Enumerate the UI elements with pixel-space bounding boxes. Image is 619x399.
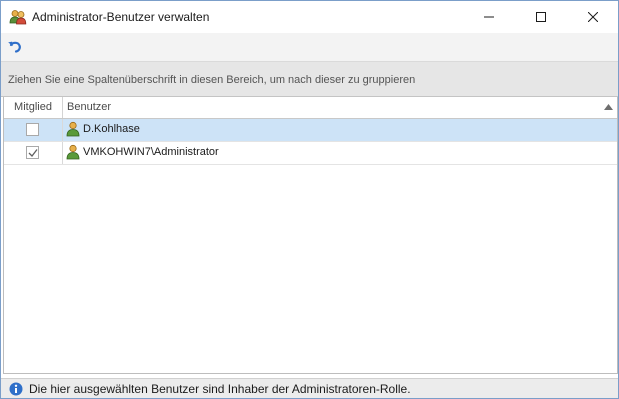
member-cell	[4, 119, 63, 141]
users-grid: Mitglied Benutzer D.Kohlhase VMKOHWIN7\A…	[3, 97, 618, 374]
user-icon	[66, 121, 80, 137]
status-bar: Die hier ausgewählten Benutzer sind Inha…	[1, 378, 618, 398]
group-by-panel[interactable]: Ziehen Sie eine Spaltenüberschrift in di…	[1, 62, 618, 97]
toolbar	[1, 33, 618, 62]
info-icon	[9, 382, 23, 396]
column-header-member[interactable]: Mitglied	[4, 97, 63, 118]
member-checkbox[interactable]	[26, 123, 39, 136]
users-icon	[9, 9, 27, 25]
grid-header: Mitglied Benutzer	[4, 97, 617, 119]
sort-ascending-icon	[604, 104, 613, 110]
minimize-button[interactable]	[466, 1, 512, 33]
user-name: D.Kohlhase	[83, 123, 140, 135]
user-name: VMKOHWIN7\Administrator	[83, 146, 219, 158]
minimize-icon	[484, 16, 494, 18]
column-header-user[interactable]: Benutzer	[63, 97, 617, 118]
user-icon	[66, 144, 80, 160]
user-cell[interactable]: D.Kohlhase	[63, 119, 613, 141]
checkmark-icon	[28, 149, 38, 157]
member-checkbox[interactable]	[26, 146, 39, 159]
maximize-button[interactable]	[518, 1, 564, 33]
table-row[interactable]: VMKOHWIN7\Administrator	[4, 142, 617, 165]
undo-button[interactable]	[7, 39, 23, 55]
close-button[interactable]	[570, 1, 616, 33]
user-cell[interactable]: VMKOHWIN7\Administrator	[63, 142, 613, 164]
window-title: Administrator-Benutzer verwalten	[32, 10, 210, 24]
member-cell	[4, 142, 63, 164]
close-icon	[588, 12, 598, 22]
dialog-window: Administrator-Benutzer verwalten Ziehen …	[0, 0, 619, 399]
column-header-user-label: Benutzer	[67, 101, 112, 113]
group-by-hint: Ziehen Sie eine Spaltenüberschrift in di…	[8, 74, 416, 86]
undo-icon	[8, 41, 21, 53]
table-row[interactable]: D.Kohlhase	[4, 119, 617, 142]
status-text: Die hier ausgewählten Benutzer sind Inha…	[29, 382, 411, 396]
title-bar[interactable]: Administrator-Benutzer verwalten	[1, 1, 618, 33]
maximize-icon	[536, 12, 546, 22]
